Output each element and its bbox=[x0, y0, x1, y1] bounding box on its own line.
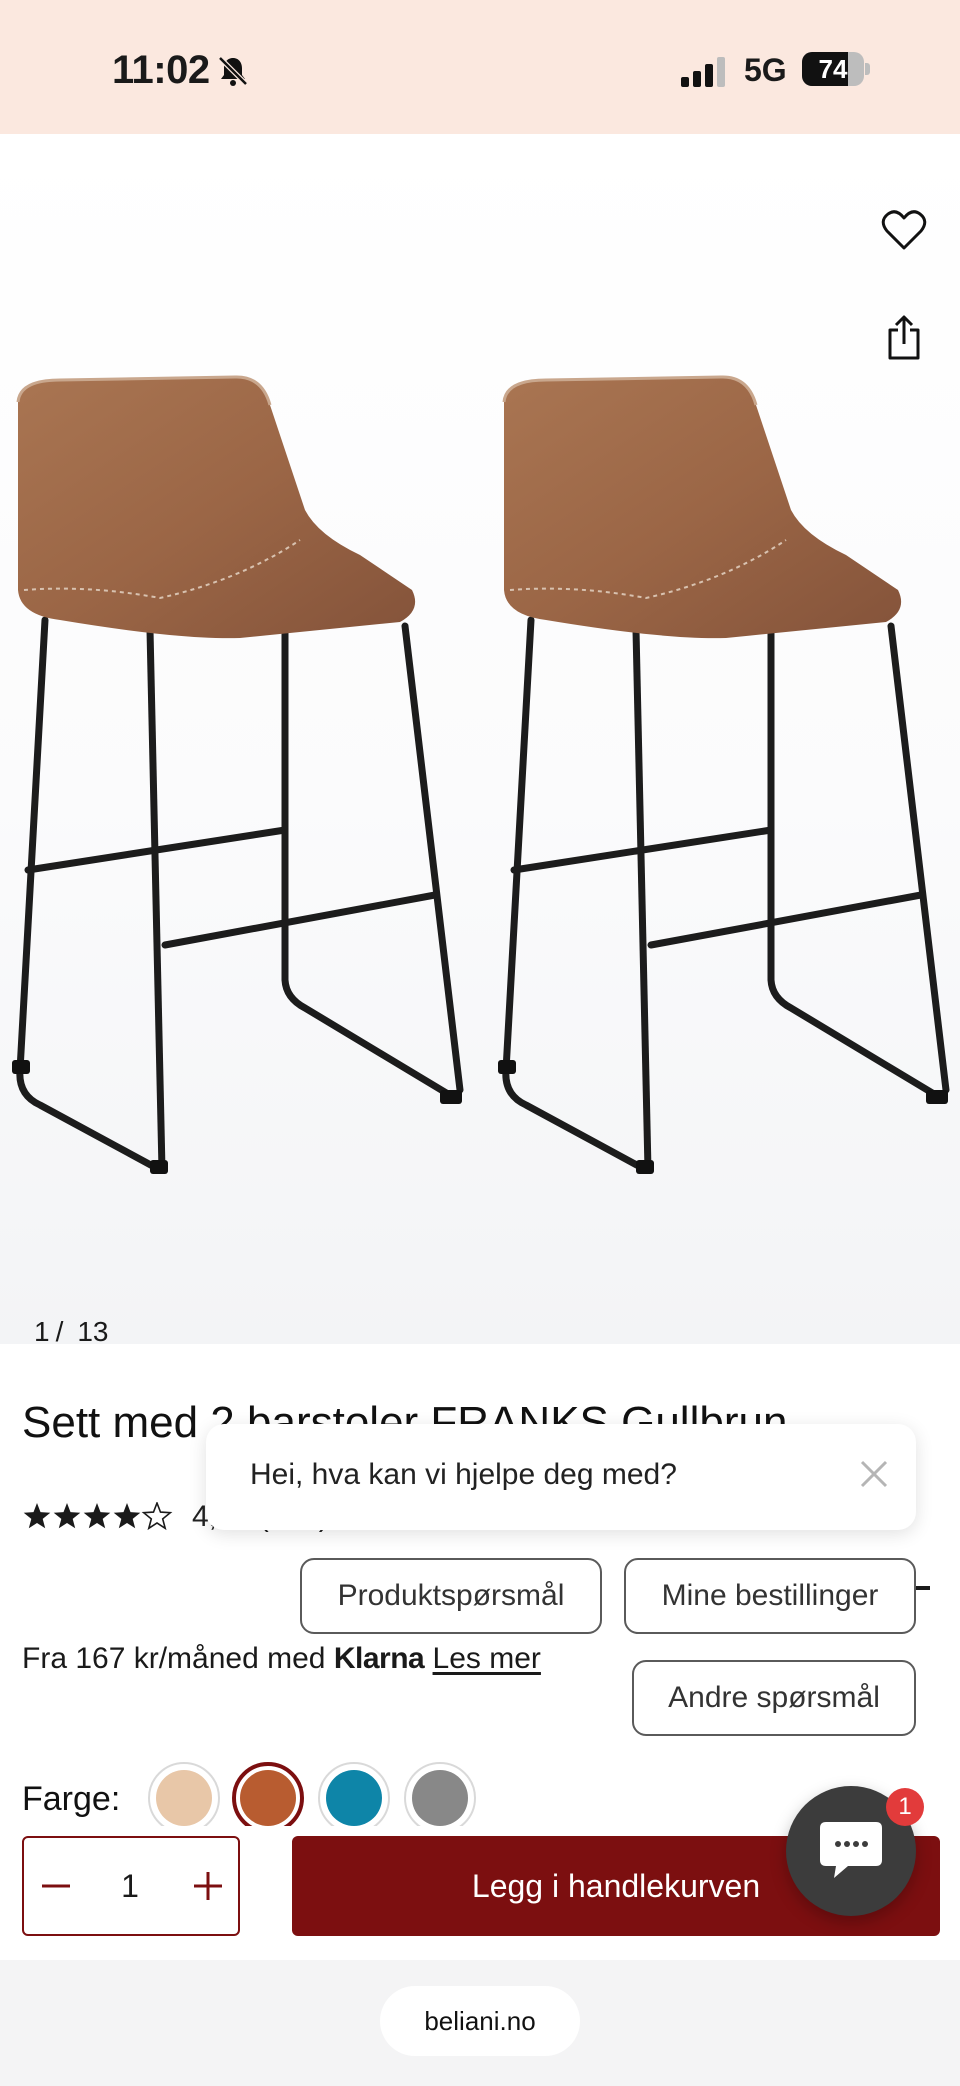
image-current: 1 bbox=[34, 1316, 50, 1347]
url-pill[interactable]: beliani.no bbox=[380, 1986, 580, 2056]
quantity-value[interactable]: 1 bbox=[110, 1868, 150, 1905]
battery-icon: 74 bbox=[802, 52, 870, 86]
klarna-text: Fra 167 kr/måned med bbox=[22, 1642, 326, 1675]
minus-icon[interactable] bbox=[36, 1866, 76, 1906]
star-icon bbox=[141, 1502, 173, 1531]
klarna-read-more-link[interactable]: Les mer bbox=[433, 1642, 541, 1675]
clock: 11:02 bbox=[112, 48, 210, 92]
bar-stool-right bbox=[498, 377, 948, 1174]
chat-greeting-bubble: Hei, hva kan vi hjelpe deg med? bbox=[206, 1424, 916, 1530]
plus-icon[interactable] bbox=[188, 1866, 228, 1906]
star-icon bbox=[113, 1503, 141, 1529]
bar-stool-left bbox=[12, 375, 464, 1174]
image-total: 13 bbox=[77, 1316, 109, 1347]
share-icon[interactable] bbox=[886, 314, 922, 360]
chat-icon bbox=[820, 1822, 882, 1878]
color-swatch-brown[interactable] bbox=[232, 1762, 304, 1834]
color-swatch-beige[interactable] bbox=[148, 1762, 220, 1834]
notification-badge: 1 bbox=[886, 1788, 924, 1826]
close-icon[interactable] bbox=[854, 1454, 894, 1494]
network-type: 5G bbox=[744, 52, 787, 88]
star-icon bbox=[23, 1503, 51, 1529]
heart-icon[interactable] bbox=[880, 206, 928, 254]
quantity-stepper: 1 bbox=[22, 1836, 240, 1936]
rating-stars bbox=[23, 1502, 173, 1531]
product-image bbox=[12, 370, 960, 1190]
color-swatch-blue[interactable] bbox=[318, 1762, 390, 1834]
star-icon bbox=[53, 1503, 81, 1529]
chat-greeting-text: Hei, hva kan vi hjelpe deg med? bbox=[250, 1458, 677, 1491]
image-separator: / bbox=[55, 1316, 64, 1347]
star-icon bbox=[83, 1503, 111, 1529]
color-swatch-grey[interactable] bbox=[404, 1762, 476, 1834]
divider bbox=[916, 1586, 930, 1590]
klarna-financing: Fra 167 kr/måned med Klarna Les mer bbox=[22, 1642, 541, 1676]
chat-option-my-orders[interactable]: Mine bestillinger bbox=[624, 1558, 916, 1634]
battery-level: 74 bbox=[818, 54, 848, 84]
cellular-signal-icon bbox=[681, 57, 725, 87]
chat-option-other-questions[interactable]: Andre spørsmål bbox=[632, 1660, 916, 1736]
bell-slash-icon bbox=[218, 56, 248, 86]
image-counter: 1/ 13 bbox=[34, 1316, 109, 1348]
chat-option-product-questions[interactable]: Produktspørsmål bbox=[300, 1558, 602, 1634]
klarna-logo: Klarna bbox=[333, 1642, 425, 1675]
color-label: Farge: bbox=[22, 1780, 121, 1818]
